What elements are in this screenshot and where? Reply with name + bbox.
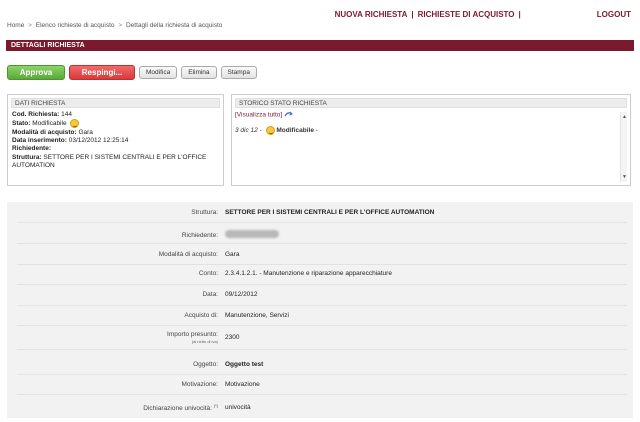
row-divider [17,349,627,350]
redacted-value [225,230,279,238]
breadcrumb-current: Dettagli della richiesta di acquisto [125,22,223,29]
history-entry: 3 dic 12 - Modificabile - [235,126,627,135]
print-button[interactable]: Stampa [220,66,257,79]
detail-row-motivation: Motivazione: Motivazione [7,381,633,388]
history-view-all[interactable]: [Visualizza tutto] [235,111,627,119]
code-value: 144 [61,111,72,118]
action-toolbar: Approva Respingi... Modifica Elimina Sta… [7,65,257,80]
row-divider [17,284,627,285]
detail-value: 2.3.4.1.2.1. - Manutenzione e riparazion… [225,270,392,277]
history-entry-sep: - [259,127,262,135]
detail-row-uniqueness: Dichiarazione univocità: (*) univocità [7,403,633,412]
top-navigation: NUOVA RICHIESTA | RICHIESTE DI ACQUISTO … [335,9,631,19]
uniqueness-footnote: (*) [213,403,218,408]
requester-label: Richiedente: [12,145,52,153]
detail-label: Motivazione: [181,381,219,388]
breadcrumb-arrow: > [28,22,32,29]
row-divider [17,305,627,306]
row-divider [17,222,627,223]
detail-label: Modalità di acquisto: [158,251,218,258]
detail-row-subject: Oggetto: Oggetto test [7,361,633,368]
amount-label: Importo presunto: [167,331,218,338]
refresh-icon[interactable] [284,111,293,119]
detail-value: Manutenzione, Servizi [225,312,289,319]
detail-value: 09/12/2012 [225,291,258,298]
scroll-down-icon[interactable]: ▼ [622,174,627,180]
row-divider [17,243,627,244]
detail-value: 2300 [225,334,240,341]
detail-row-mode: Modalità di acquisto: Gara [7,251,633,258]
structure-label: Struttura: [12,153,42,161]
detail-label: Data: [202,291,218,298]
breadcrumb: Home > Elenco richieste di acquisto > De… [7,22,222,29]
detail-row-structure: Struttura: SETTORE PER I SISTEMI CENTRAL… [7,209,633,216]
details-table: Struttura: SETTORE PER I SISTEMI CENTRAL… [7,202,633,418]
detail-row-amount: Importo presunto: (al netto di iva) 2300 [7,331,633,344]
row-divider [17,394,627,395]
date-value: 03/12/2012 12:25:14 [68,137,129,145]
date-label: Data inserimento: [12,137,67,145]
mode-value: Gara [78,128,93,136]
detail-row-purchase-of: Acquisto di: Manutenzione, Servizi [7,312,633,319]
breadcrumb-home[interactable]: Home [7,22,24,29]
detail-value: Motivazione [225,381,260,388]
detail-value: Oggetto test [225,361,264,368]
request-summary-heading: DATI RICHIESTA [11,98,220,108]
detail-row-account: Conto: 2.3.4.1.2.1. - Manutenzione e rip… [7,270,633,277]
detail-label: Oggetto: [193,361,218,368]
delete-button[interactable]: Elimina [181,66,217,79]
detail-label: Conto: [198,270,218,277]
nav-separator: | [411,9,414,19]
code-label: Cod. Richiesta: [12,111,60,118]
detail-value-redacted [223,230,279,240]
nav-separator: | [518,9,521,19]
detail-value: SETTORE PER I SISTEMI CENTRALI E PER L'O… [225,209,435,216]
state-value: Modificabile [32,120,67,128]
history-entry-tail: - [315,127,318,135]
history-entry-state: Modificabile [276,127,314,135]
detail-row-date: Data: 09/12/2012 [7,291,633,298]
history-entry-date: 3 dic 12 [235,127,258,135]
state-label: Stato: [12,120,31,128]
page-title: DETTAGLI RICHIESTA [6,40,634,51]
smiley-icon [70,119,80,129]
row-divider [17,264,627,265]
detail-label: Importo presunto: (al netto di iva) [7,331,223,344]
detail-label: Richiedente: [181,231,218,239]
history-panel: STORICO STATO RICHIESTA [Visualizza tutt… [231,94,631,186]
detail-row-requester: Richiedente: [7,230,633,240]
uniqueness-label: Dichiarazione univocità: [143,405,212,413]
detail-value: univocità [225,404,251,412]
purchase-requests-link[interactable]: RICHIESTE DI ACQUISTO [418,10,515,19]
breadcrumb-list[interactable]: Elenco richieste di acquisto [36,22,115,29]
detail-label: Dichiarazione univocità: (*) [7,403,223,412]
request-summary-panel: DATI RICHIESTA Cod. Richiesta: 144 Stato… [7,94,224,186]
history-scrollbar[interactable]: ▲ ▼ [620,112,627,182]
detail-value: Gara [225,251,240,258]
structure-value: SETTORE PER I SISTEMI CENTRALI E PER L'O… [12,153,207,169]
smiley-icon [265,126,275,135]
mode-label: Modalità di acquisto: [12,128,77,136]
detail-label: Struttura: [191,209,218,216]
row-divider [17,374,627,375]
edit-button[interactable]: Modifica [139,66,178,79]
breadcrumb-arrow: > [118,22,123,29]
scroll-up-icon[interactable]: ▲ [622,114,627,120]
row-divider [17,325,627,326]
amount-sublabel: (al netto di iva) [191,339,218,344]
history-heading: STORICO STATO RICHIESTA [235,98,627,108]
view-all-link[interactable]: [Visualizza tutto] [235,112,282,119]
detail-label: Acquisto di: [184,312,218,319]
approve-button[interactable]: Approva [7,65,65,80]
logout-link[interactable]: LOGOUT [597,10,631,19]
reject-button[interactable]: Respingi... [69,65,135,80]
new-request-link[interactable]: NUOVA RICHIESTA [335,10,408,19]
